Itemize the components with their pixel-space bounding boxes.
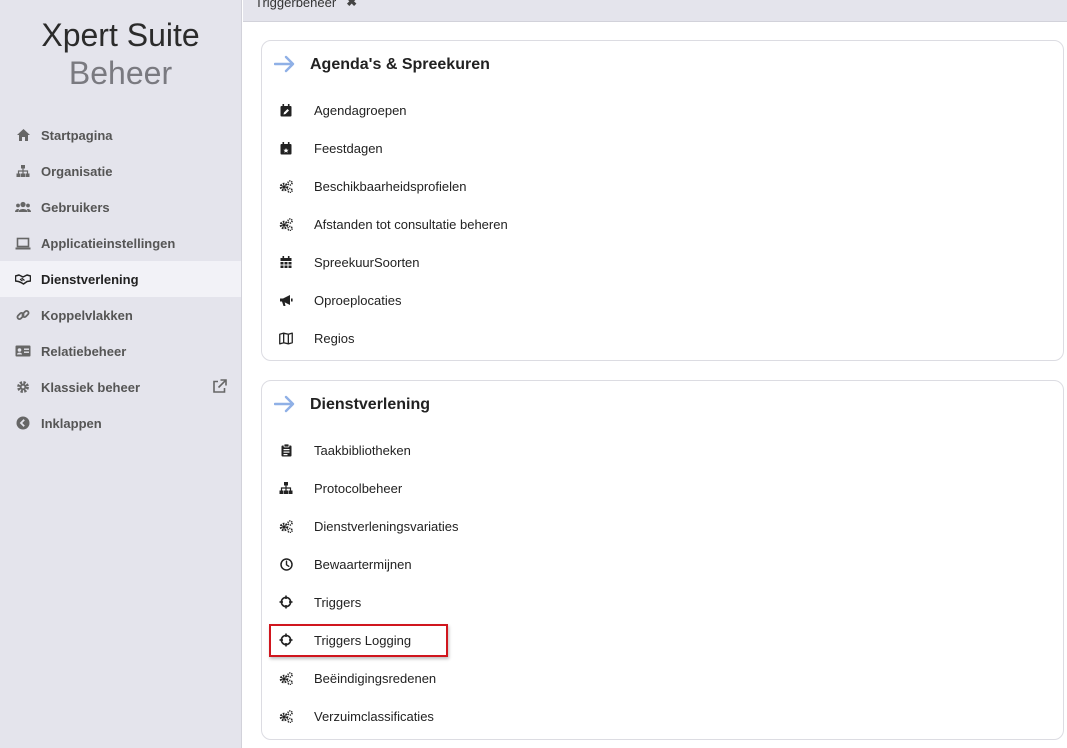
megaphone-icon bbox=[279, 293, 293, 307]
list-item-spreekuursoorten[interactable]: SpreekuurSoorten bbox=[262, 243, 1063, 281]
sidebar-item-dienstverlening[interactable]: Dienstverlening bbox=[0, 261, 241, 297]
brand: Xpert Suite Beheer bbox=[0, 0, 241, 92]
list-item-label: Beschikbaarheidsprofielen bbox=[314, 178, 467, 194]
list-item-dienstverleningsvariaties[interactable]: Dienstverleningsvariaties bbox=[262, 507, 1063, 545]
list-item-label: Beëindigingsredenen bbox=[314, 670, 437, 686]
sidebar-item-label: Relatiebeheer bbox=[41, 343, 127, 359]
crosshairs-icon bbox=[279, 633, 293, 647]
sidebar-item-koppelvlakken[interactable]: Koppelvlakken bbox=[0, 297, 241, 333]
cogs-icon bbox=[279, 217, 293, 231]
external-link-icon[interactable] bbox=[212, 379, 227, 394]
section-header: Agenda's & Spreekuren bbox=[262, 41, 1063, 89]
list-item-feestdagen[interactable]: Feestdagen bbox=[262, 129, 1063, 167]
cogs-icon bbox=[279, 671, 293, 685]
list-item-verzuimclassificaties[interactable]: Verzuimclassificaties bbox=[262, 697, 1063, 735]
calendar-grid-icon bbox=[279, 255, 293, 269]
list-item-label: Taakbibliotheken bbox=[314, 442, 411, 458]
calendar-edit-icon bbox=[279, 103, 293, 117]
sitemap-icon bbox=[15, 163, 31, 179]
list-item-beschikbaarheidsprofielen[interactable]: Beschikbaarheidsprofielen bbox=[262, 167, 1063, 205]
list-item-label: Agendagroepen bbox=[314, 102, 407, 118]
list-item-label: Triggers Logging bbox=[314, 632, 412, 648]
sidebar-item-inklappen[interactable]: Inklappen bbox=[0, 405, 241, 441]
list-item-oproeplocaties[interactable]: Oproeplocaties bbox=[262, 281, 1063, 319]
list-item-agendagroepen[interactable]: Agendagroepen bbox=[262, 91, 1063, 129]
map-icon bbox=[279, 331, 293, 345]
laptop-icon bbox=[15, 235, 31, 251]
list-item-label: Oproeplocaties bbox=[314, 292, 402, 308]
sidebar-item-label: Applicatieinstellingen bbox=[41, 235, 176, 251]
sitemap-icon bbox=[279, 481, 293, 495]
clipboard-icon bbox=[279, 443, 293, 457]
section-list: Agendagroepen Feestdagen Beschikbaarheid… bbox=[262, 91, 1063, 357]
sidebar-item-startpagina[interactable]: Startpagina bbox=[0, 117, 241, 153]
list-item-taakbibliotheken[interactable]: Taakbibliotheken bbox=[262, 431, 1063, 469]
sidebar-item-applicatieinstellingen[interactable]: Applicatieinstellingen bbox=[0, 225, 241, 261]
section-list: Taakbibliotheken Protocolbeheer Dienstve… bbox=[262, 431, 1063, 735]
id-card-icon bbox=[15, 343, 31, 359]
arrow-right-icon bbox=[274, 55, 298, 75]
cogs-icon bbox=[279, 709, 293, 723]
list-item-label: Protocolbeheer bbox=[314, 480, 403, 496]
section-title: Agenda's & Spreekuren bbox=[310, 56, 490, 73]
list-item-regios[interactable]: Regios bbox=[262, 319, 1063, 357]
arrow-right-icon bbox=[274, 395, 298, 415]
list-item-label: SpreekuurSoorten bbox=[314, 254, 420, 270]
sidebar-item-label: Gebruikers bbox=[41, 199, 110, 215]
close-icon[interactable]: ✖ bbox=[346, 0, 357, 10]
list-item-label: Regios bbox=[314, 330, 355, 346]
sidebar-item-label: Startpagina bbox=[41, 127, 113, 143]
list-item-label: Triggers bbox=[314, 594, 362, 610]
list-item-protocolbeheer[interactable]: Protocolbeheer bbox=[262, 469, 1063, 507]
sidebar-item-label: Klassiek beheer bbox=[41, 379, 141, 395]
sidebar-item-relatiebeheer[interactable]: Relatiebeheer bbox=[0, 333, 241, 369]
cogs-icon bbox=[279, 519, 293, 533]
sidebar-item-label: Organisatie bbox=[41, 163, 113, 179]
crosshairs-icon bbox=[279, 595, 293, 609]
section-title: Dienstverlening bbox=[310, 396, 431, 413]
brand-name: Xpert Suite bbox=[41, 17, 200, 53]
list-item-triggers-logging[interactable]: Triggers Logging bbox=[262, 621, 1063, 659]
list-item-afstanden-tot-consultatie[interactable]: Afstanden tot consultatie beheren bbox=[262, 205, 1063, 243]
section-agendas-spreekuren: Agenda's & Spreekuren Agendagroepen Fees… bbox=[261, 40, 1064, 361]
list-item-bewaartermijnen[interactable]: Bewaartermijnen bbox=[262, 545, 1063, 583]
list-item-beeindigingsredenen[interactable]: Beëindigingsredenen bbox=[262, 659, 1063, 697]
chevron-left-circle-icon bbox=[15, 415, 31, 431]
sidebar-nav: Startpagina Organisatie Gebruikers Appli… bbox=[0, 117, 241, 441]
sidebar-item-organisatie[interactable]: Organisatie bbox=[0, 153, 241, 189]
clock-icon bbox=[279, 557, 293, 571]
brand-subtitle: Beheer bbox=[68, 55, 173, 91]
section-dienstverlening: Dienstverlening Taakbibliotheken Protoco… bbox=[261, 380, 1064, 740]
section-header: Dienstverlening bbox=[262, 381, 1063, 429]
list-item-triggers[interactable]: Triggers bbox=[262, 583, 1063, 621]
handshake-icon bbox=[15, 271, 31, 287]
list-item-label: Afstanden tot consultatie beheren bbox=[314, 216, 508, 232]
tab-label: Triggerbeheer bbox=[255, 0, 337, 10]
calendar-star-icon bbox=[279, 141, 293, 155]
list-item-label: Verzuimclassificaties bbox=[314, 708, 434, 724]
sidebar-item-gebruikers[interactable]: Gebruikers bbox=[0, 189, 241, 225]
link-icon bbox=[15, 307, 31, 323]
home-icon bbox=[15, 127, 31, 143]
sidebar-item-label: Dienstverlening bbox=[41, 271, 139, 287]
list-item-label: Bewaartermijnen bbox=[314, 556, 412, 572]
sidebar-item-label: Koppelvlakken bbox=[41, 307, 133, 323]
tab-triggerbeheer[interactable]: Triggerbeheer ✖ bbox=[255, 0, 357, 10]
cogs-icon bbox=[279, 179, 293, 193]
gear-icon bbox=[15, 379, 31, 395]
list-item-label: Feestdagen bbox=[314, 140, 383, 156]
sidebar-item-klassiek-beheer[interactable]: Klassiek beheer bbox=[0, 369, 241, 405]
tab-bar: Triggerbeheer ✖ bbox=[243, 0, 1067, 22]
users-icon bbox=[15, 199, 31, 215]
sidebar: Xpert Suite Beheer Startpagina Organisat… bbox=[0, 0, 242, 748]
list-item-label: Dienstverleningsvariaties bbox=[314, 518, 459, 534]
sidebar-item-label: Inklappen bbox=[41, 415, 102, 431]
